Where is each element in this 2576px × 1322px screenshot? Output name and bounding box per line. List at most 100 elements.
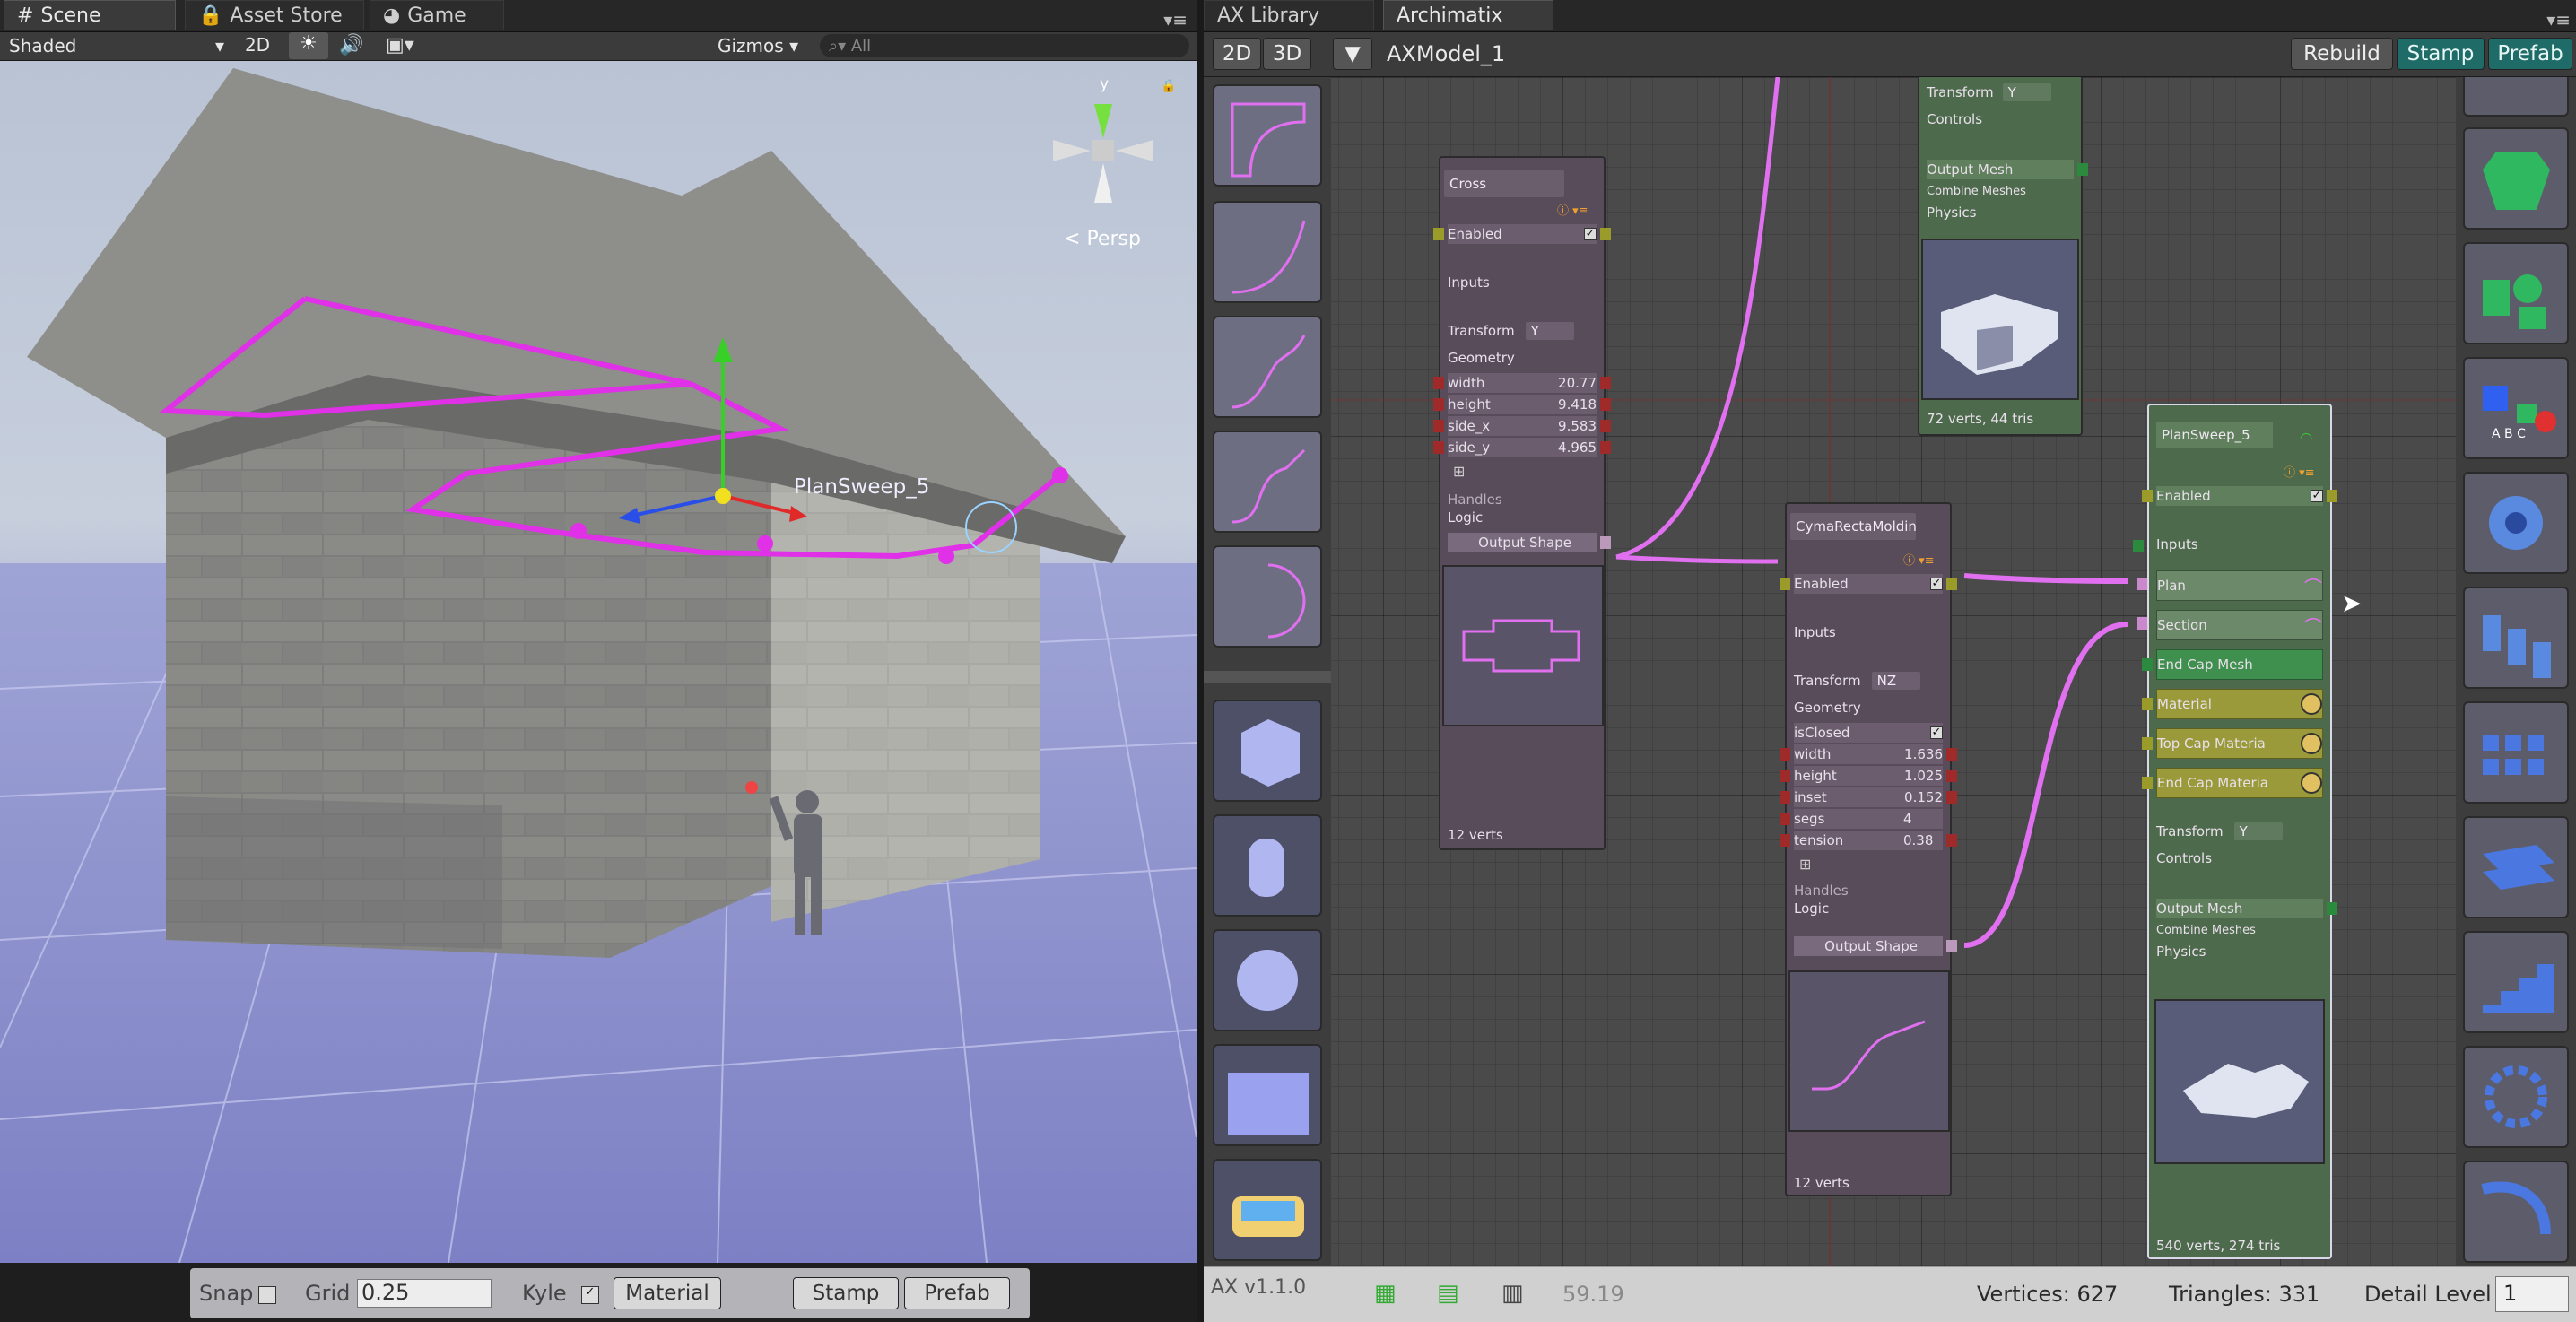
enabled-checkbox[interactable]: ✓	[2311, 490, 2323, 502]
param-width[interactable]: width 20.77	[1448, 373, 1597, 393]
palette-item-stairs[interactable]	[2463, 931, 2569, 1033]
controls-foldout[interactable]: Controls	[1927, 109, 2074, 129]
isclosed-row[interactable]: isClosed ✓	[1794, 723, 1943, 743]
kyle-checkbox[interactable]: ✓	[581, 1286, 599, 1304]
model-menu-button[interactable]: ▼	[1333, 38, 1372, 70]
port-end-cap[interactable]	[2142, 777, 2153, 789]
port-out[interactable]	[2327, 490, 2337, 502]
palette-item-shapes[interactable]	[2463, 242, 2569, 344]
palette-item-slabs[interactable]	[2463, 816, 2569, 918]
mesh-cylinder-button[interactable]	[1213, 814, 1322, 917]
palette-item-top[interactable]	[2463, 77, 2569, 117]
extrude-node[interactable]: Transform Y Controls Output Mesh Combine …	[1918, 77, 2088, 436]
shape-curve1-button[interactable]	[1213, 201, 1322, 303]
param-segs[interactable]: segs 4	[1794, 809, 1943, 829]
toggle-2d-button[interactable]: 2D	[235, 34, 280, 56]
shape-curve2-button[interactable]	[1213, 316, 1322, 418]
tab-asset-store[interactable]: 🔒 Asset Store	[185, 0, 364, 30]
port-output-mesh[interactable]	[2327, 902, 2337, 915]
port-plan-in[interactable]	[2137, 578, 2147, 590]
output-shape-row[interactable]: Output Shape	[1794, 936, 1943, 956]
param-tension[interactable]: tension 0.38	[1794, 831, 1943, 850]
enabled-row[interactable]: Enabled ✓	[1794, 574, 1943, 594]
transform-row[interactable]: Transform NZ	[1794, 671, 1943, 691]
port-height-out[interactable]	[1946, 770, 1957, 782]
tab-ax-library[interactable]: AX Library	[1204, 0, 1374, 30]
search-input[interactable]: ⌕▾ All	[820, 34, 1189, 57]
detail-level-input[interactable]: 1	[2495, 1276, 2569, 1312]
port-out[interactable]	[1946, 578, 1957, 590]
output-mesh-row[interactable]: Output Mesh	[1927, 160, 2074, 179]
enabled-row[interactable]: Enabled ✓	[2156, 486, 2323, 506]
mesh-sphere-button[interactable]	[1213, 929, 1322, 1031]
inputs-foldout[interactable]: Inputs	[1448, 273, 1597, 292]
logic-foldout[interactable]: Logic	[1448, 508, 1597, 527]
port-in[interactable]	[1780, 578, 1790, 590]
node-graph-canvas[interactable]: Cross ⓘ ▾≡ Enabled ✓ Inputs Transform Y Ge…	[1204, 77, 2576, 1266]
port-section-in[interactable]	[2137, 617, 2147, 630]
shape-corner-button[interactable]	[1213, 84, 1322, 187]
palette-separator[interactable]	[1204, 671, 1331, 683]
lighting-icon[interactable]: ☀	[289, 32, 328, 59]
port-tension-in[interactable]	[1780, 834, 1790, 847]
lock-icon[interactable]: 🔒	[1161, 79, 1176, 93]
info-icon[interactable]: ⓘ ▾≡	[1903, 551, 1935, 568]
stamp-button[interactable]: Stamp	[2397, 38, 2485, 70]
view-3d-button[interactable]: 3D	[1263, 38, 1311, 70]
port-width-in[interactable]	[1780, 748, 1790, 761]
geometry-foldout[interactable]: Geometry	[1448, 348, 1597, 368]
enabled-checkbox[interactable]: ✓	[1584, 228, 1597, 240]
output-shape-row[interactable]: Output Shape	[1448, 533, 1597, 552]
add-param-icon[interactable]: ⊞	[1453, 463, 1465, 480]
port-green[interactable]	[2133, 540, 2144, 552]
rebuild-button[interactable]: Rebuild	[2291, 38, 2393, 70]
mesh-cube-button[interactable]	[1213, 700, 1322, 802]
end-cap-material-row[interactable]: End Cap Materia	[2156, 768, 2323, 798]
physics-foldout[interactable]: Physics	[1927, 203, 2074, 222]
mesh-plane-button[interactable]	[1213, 1044, 1322, 1146]
port-material[interactable]	[2142, 698, 2153, 710]
palette-item-grid[interactable]	[2463, 701, 2569, 804]
geometry-foldout[interactable]: Geometry	[1794, 698, 1943, 718]
inputs-foldout[interactable]: Inputs	[1794, 622, 1943, 642]
material-swatch-icon[interactable]	[2301, 733, 2322, 754]
info-icon[interactable]: ⓘ ▾≡	[2284, 463, 2315, 480]
material-swatch-icon[interactable]	[2301, 772, 2322, 794]
material-swatch-icon[interactable]	[2301, 693, 2322, 715]
material-row[interactable]: Material	[2156, 689, 2323, 719]
param-height[interactable]: height 1.025	[1794, 766, 1943, 786]
prefab-button[interactable]: Prefab	[2488, 38, 2572, 70]
combine-meshes-row[interactable]: Combine Meshes	[1927, 181, 2074, 201]
port-output-shape[interactable]	[1946, 940, 1957, 952]
palette-item-ring[interactable]	[2463, 1046, 2569, 1148]
param-height[interactable]: height 9.418	[1448, 395, 1597, 414]
palette-item-spiral[interactable]	[2463, 472, 2569, 574]
prefab-button[interactable]: Prefab	[904, 1277, 1010, 1309]
tab-archimatix[interactable]: Archimatix	[1383, 0, 1553, 30]
grid-input[interactable]: 0.25	[357, 1279, 492, 1308]
transform-row[interactable]: Transform Y	[1448, 321, 1597, 341]
port-inset-out[interactable]	[1946, 791, 1957, 804]
effects-icon[interactable]: ▣▾	[386, 34, 414, 57]
palette-item-spiral-stair[interactable]	[2463, 1161, 2569, 1263]
cyma-node[interactable]: CymaRectaMoldin ⓘ ▾≡ Enabled ✓ Inputs Tra…	[1780, 502, 1957, 1196]
port-in[interactable]	[1433, 228, 1444, 240]
panel-menu-icon[interactable]: ▾≡	[1163, 9, 1188, 30]
add-param-icon[interactable]: ⊞	[1799, 856, 1811, 873]
panel-divider[interactable]	[1197, 0, 1204, 1322]
node-title[interactable]: PlanSweep_5	[2156, 422, 2273, 448]
port-sidex-in[interactable]	[1433, 420, 1444, 432]
gizmos-dropdown[interactable]: Gizmos ▾	[718, 35, 798, 57]
persp-label[interactable]: < Persp	[1064, 228, 1141, 250]
enabled-row[interactable]: Enabled ✓	[1448, 224, 1597, 244]
palette-item-octagon[interactable]	[2463, 127, 2569, 230]
tab-scene[interactable]: # Scene	[4, 0, 176, 30]
port-sidey-out[interactable]	[1600, 441, 1611, 454]
port-width-out[interactable]	[1600, 377, 1611, 389]
panel-menu-icon[interactable]: ▾≡	[2546, 9, 2571, 30]
port-height-in[interactable]	[1433, 398, 1444, 411]
port-end-cap-mesh[interactable]	[2142, 658, 2153, 671]
port-in[interactable]	[2142, 490, 2153, 502]
node-title[interactable]: CymaRectaMoldin	[1790, 513, 1917, 540]
scene-viewport[interactable]: PlanSweep_5 y < Persp 🔒	[0, 61, 1197, 1263]
